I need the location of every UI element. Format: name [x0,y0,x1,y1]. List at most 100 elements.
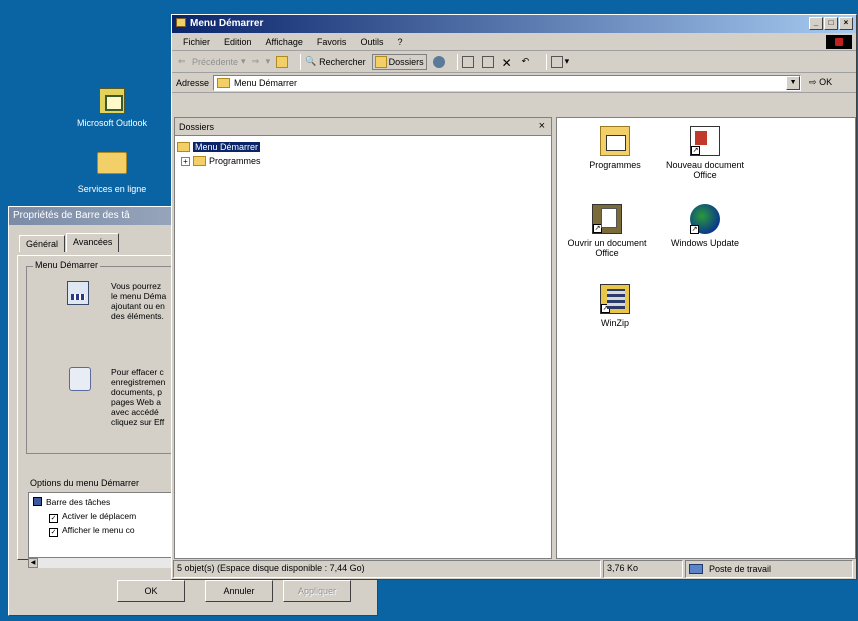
tree-item-menu-demarrer[interactable]: Menu Démarrer [177,142,261,152]
history-clear-icon [69,367,91,391]
desktop-icon-label: Microsoft Outlook [76,118,148,128]
open-folder-icon [177,142,190,152]
ok-button[interactable]: OK [117,580,185,602]
undo-button[interactable]: ↶ [522,56,536,68]
folders-pane-header: Dossiers × [175,118,551,136]
address-value: Menu Démarrer [234,77,298,88]
window-titlebar[interactable]: Menu Démarrer _ □ × [172,15,856,33]
windows-logo-icon [826,35,852,49]
file-item-winzip[interactable]: ↗ WinZip [567,284,663,328]
minimize-button[interactable]: _ [809,17,823,30]
scroll-left-icon[interactable]: ◀ [28,558,38,568]
search-button[interactable]: 🔍 Rechercher [305,56,366,68]
option-drag[interactable]: ✓ Activer le déplacem [49,511,136,523]
menubar: Fichier Edition Affichage Favoris Outils… [172,33,856,51]
menu-favoris[interactable]: Favoris [310,37,354,47]
folder-icon [176,18,186,27]
shortcut-arrow-icon: ↗ [601,304,610,313]
tab-general[interactable]: Général [19,235,66,252]
folders-pane-title: Dossiers [179,122,215,132]
file-item-programmes[interactable]: Programmes [567,126,663,170]
desktop-icon-outlook[interactable]: Microsoft Outlook [62,88,162,128]
menu-help[interactable]: ? [390,37,409,47]
address-label: Adresse [176,77,210,88]
options-label: Options du menu Démarrer [30,478,140,488]
shortcut-arrow-icon: ↗ [691,146,700,155]
programs-folder-icon [600,126,630,156]
windows-update-icon: ↗ [690,204,720,234]
forward-button[interactable]: ⇒ ▾ [252,56,271,68]
views-icon [550,55,563,68]
start-menu-icon [67,281,89,305]
go-button[interactable]: ⇨ OK [809,77,832,88]
views-button[interactable]: ▾ [550,55,569,68]
file-item-new-office-doc[interactable]: ↗ Nouveau document Office [657,126,753,180]
go-arrow-icon: ⇨ [809,77,817,87]
computer-icon [689,564,703,574]
status-zone: Poste de travail [685,560,853,578]
delete-button[interactable]: ✕ [501,55,516,70]
winzip-icon: ↗ [600,284,630,314]
open-office-document-icon: ↗ [592,204,622,234]
chevron-down-icon[interactable]: ▼ [786,75,801,90]
group-text-1: Vous pourrez le menu Déma ajoutant ou en de… [111,281,167,321]
copy-to-icon [481,55,494,68]
folder-icon [97,152,127,174]
file-item-windows-update[interactable]: ↗ Windows Update [657,204,753,248]
search-icon: 🔍 [305,55,317,66]
up-button[interactable] [276,55,290,68]
menu-edition[interactable]: Edition [217,37,259,47]
move-to-icon [461,55,474,68]
move-to-button[interactable] [461,55,476,68]
taskbar-node-icon [33,497,42,506]
toolbar-separator [300,53,302,70]
up-folder-icon [276,55,289,68]
copy-to-button[interactable] [481,55,496,68]
group-text-2: Pour effacer c enregistremen documents, pp… [111,367,166,427]
option-taskbar[interactable]: Barre des tâches [33,497,110,507]
back-button[interactable]: ⇐ Précédente ▾ [178,56,246,68]
programs-folder-icon [193,156,206,166]
option-context-menu[interactable]: ✓ Afficher le menu co [49,525,135,537]
status-bar: 5 objet(s) (Espace disque disponible : 7… [172,559,856,579]
folder-icon [217,77,231,88]
explorer-window: Menu Démarrer _ □ × Fichier Edition Affi… [171,14,857,580]
checkbox-checked[interactable]: ✓ [49,514,58,523]
menu-affichage[interactable]: Affichage [259,37,310,47]
outlook-icon [99,88,125,114]
toolbar-separator [456,53,458,70]
file-label: WinZip [600,318,629,328]
address-bar: Adresse Menu Démarrer ▼ ⇨ OK [172,73,856,93]
delete-icon: ✕ [501,55,512,70]
menu-outils[interactable]: Outils [353,37,390,47]
expand-icon[interactable]: + [181,156,190,166]
file-label: Programmes [589,160,641,170]
checkbox-checked[interactable]: ✓ [49,528,58,537]
address-input[interactable]: Menu Démarrer ▼ [213,74,802,91]
folders-button[interactable]: Dossiers [371,53,427,70]
maximize-button[interactable]: □ [824,17,838,30]
status-objects: 5 objet(s) (Espace disque disponible : 7… [173,560,601,578]
shortcut-arrow-icon: ↗ [690,225,699,234]
back-arrow-icon: ⇐ [178,55,186,66]
cancel-button[interactable]: Annuler [205,580,273,602]
desktop-icon-services[interactable]: Services en ligne [62,152,162,194]
tab-advanced[interactable]: Avancées [66,233,120,252]
close-button[interactable]: × [839,17,853,30]
dialog-tabs: Général Avancées [19,233,120,252]
folders-icon [374,55,387,68]
files-pane: Programmes ↗ Nouveau document Office ↗ O… [556,117,856,559]
folders-pane: Dossiers × Menu Démarrer + Programmes [174,117,552,559]
menu-fichier[interactable]: Fichier [176,37,217,47]
toolbar-separator [545,53,547,70]
forward-arrow-icon: ⇒ [251,55,260,66]
file-item-open-office-doc[interactable]: ↗ Ouvrir un document Office [559,204,655,258]
history-icon [432,55,445,68]
close-icon[interactable]: × [539,120,545,132]
apply-button[interactable]: Appliquer [283,580,351,602]
file-label: Nouveau document Office [665,160,745,180]
undo-icon: ↶ [521,55,530,66]
shortcut-arrow-icon: ↗ [593,224,602,233]
history-button[interactable] [432,55,447,68]
tree-item-programmes[interactable]: + Programmes [181,156,261,166]
